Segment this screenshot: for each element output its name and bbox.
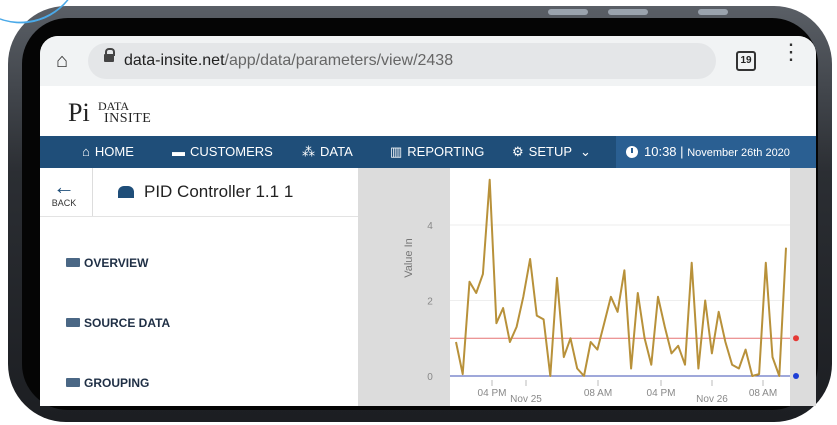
back-button[interactable]: ← BACK bbox=[44, 174, 84, 209]
nav-reporting[interactable]: ▥ REPORTING bbox=[390, 136, 484, 168]
gears-icon: ⚙ bbox=[512, 144, 524, 159]
browser-toolbar: ⌂ data-insite.net/app/data/parameters/vi… bbox=[40, 36, 816, 86]
y-axis-label: Value In bbox=[403, 238, 415, 278]
clock-display: 10:38 | November 26th 2020 bbox=[616, 136, 816, 168]
url-path: /app/data/parameters/view/2438 bbox=[224, 52, 454, 69]
menu-overview-label: OVERVIEW bbox=[84, 256, 149, 270]
home-icon: ⌂ bbox=[82, 144, 90, 159]
nav-home[interactable]: ⌂ HOME bbox=[82, 136, 134, 168]
nav-reporting-label: REPORTING bbox=[407, 144, 485, 159]
keyboard-icon bbox=[66, 258, 80, 267]
menu-overview[interactable]: OVERVIEW bbox=[66, 256, 148, 270]
ref-marker-blue bbox=[793, 373, 799, 379]
x-tick-label: 08 AM bbox=[749, 388, 777, 399]
menu-grouping[interactable]: GROUPING bbox=[66, 376, 149, 390]
x-tick-label: Nov 26 bbox=[696, 394, 728, 405]
grouping-icon bbox=[66, 378, 80, 387]
logo-insite: INSITE bbox=[104, 111, 152, 126]
browser-home-icon[interactable]: ⌂ bbox=[50, 49, 74, 73]
menu-grouping-label: GROUPING bbox=[84, 376, 150, 390]
chart-panel: 024 04 PM Nov 25 08 AM 04 PM Nov 26 08 AM Val… bbox=[358, 168, 816, 406]
phone-side-button bbox=[608, 9, 648, 15]
building-icon bbox=[118, 186, 134, 198]
x-tick-label: 04 PM bbox=[478, 388, 507, 399]
chart-icon: ▥ bbox=[390, 144, 403, 159]
hierarchy-icon: ⁂ bbox=[302, 144, 315, 159]
side-panel: ← BACK PID Controller 1.1 1 OVERVIEW SOU… bbox=[40, 168, 358, 406]
building-icon: ▬ bbox=[172, 144, 185, 159]
plot-area bbox=[450, 168, 790, 406]
clock-separator: | bbox=[680, 144, 684, 159]
lock-icon bbox=[104, 48, 115, 62]
nav-setup[interactable]: ⚙ SETUP ⌄ bbox=[512, 136, 591, 168]
back-arrow-icon: ← bbox=[53, 174, 75, 199]
tab-switcher-button[interactable]: 19 bbox=[736, 51, 756, 71]
menu-source-data[interactable]: SOURCE DATA bbox=[66, 316, 170, 330]
logo-pi: Pi bbox=[68, 98, 90, 127]
clock-icon bbox=[626, 146, 638, 158]
line-chart: 024 04 PMNov 2508 AM 04 PMNov 2608 AM Val… bbox=[403, 168, 799, 406]
back-label: BACK bbox=[51, 198, 77, 208]
divider bbox=[40, 216, 358, 217]
page-title-text: PID Controller 1.1 1 bbox=[144, 182, 294, 201]
x-tick-label: 08 AM bbox=[584, 388, 612, 399]
x-tick-label: 04 PM bbox=[647, 388, 676, 399]
url-text: data-insite.net/app/data/parameters/view… bbox=[124, 52, 453, 70]
chevron-down-icon: ⌄ bbox=[580, 144, 591, 159]
phone-side-button bbox=[698, 9, 728, 15]
nav-customers-label: CUSTOMERS bbox=[190, 144, 273, 159]
ref-marker-red bbox=[793, 335, 799, 342]
hard-drive-icon bbox=[66, 318, 80, 327]
clock-date: November 26th 2020 bbox=[687, 147, 790, 159]
logo-header: Pi DATA INSITE bbox=[40, 86, 816, 136]
y-tick-label: 2 bbox=[427, 297, 433, 308]
divider bbox=[92, 168, 93, 216]
nav-data[interactable]: ⁂ DATA bbox=[302, 136, 353, 168]
phone-screen: ⌂ data-insite.net/app/data/parameters/vi… bbox=[40, 36, 816, 406]
more-menu-icon[interactable]: ⋮ bbox=[780, 41, 802, 63]
x-tick-label: Nov 25 bbox=[510, 394, 542, 405]
menu-source-data-label: SOURCE DATA bbox=[84, 316, 171, 330]
clock-time: 10:38 bbox=[644, 144, 677, 159]
url-host: data-insite.net bbox=[124, 52, 225, 69]
nav-data-label: DATA bbox=[320, 144, 353, 159]
page-title: PID Controller 1.1 1 bbox=[118, 182, 293, 202]
nav-home-label: HOME bbox=[94, 144, 134, 159]
y-tick-label: 0 bbox=[427, 372, 433, 383]
main-nav: ⌂ HOME ▬ CUSTOMERS ⁂ DATA ▥ REPORTING ⚙ SETUP… bbox=[40, 136, 816, 168]
y-tick-label: 4 bbox=[427, 221, 433, 232]
address-bar[interactable]: data-insite.net/app/data/parameters/view… bbox=[88, 43, 716, 79]
phone-side-button bbox=[548, 9, 588, 15]
nav-customers[interactable]: ▬ CUSTOMERS bbox=[172, 136, 273, 168]
nav-setup-label: SETUP bbox=[528, 144, 572, 159]
